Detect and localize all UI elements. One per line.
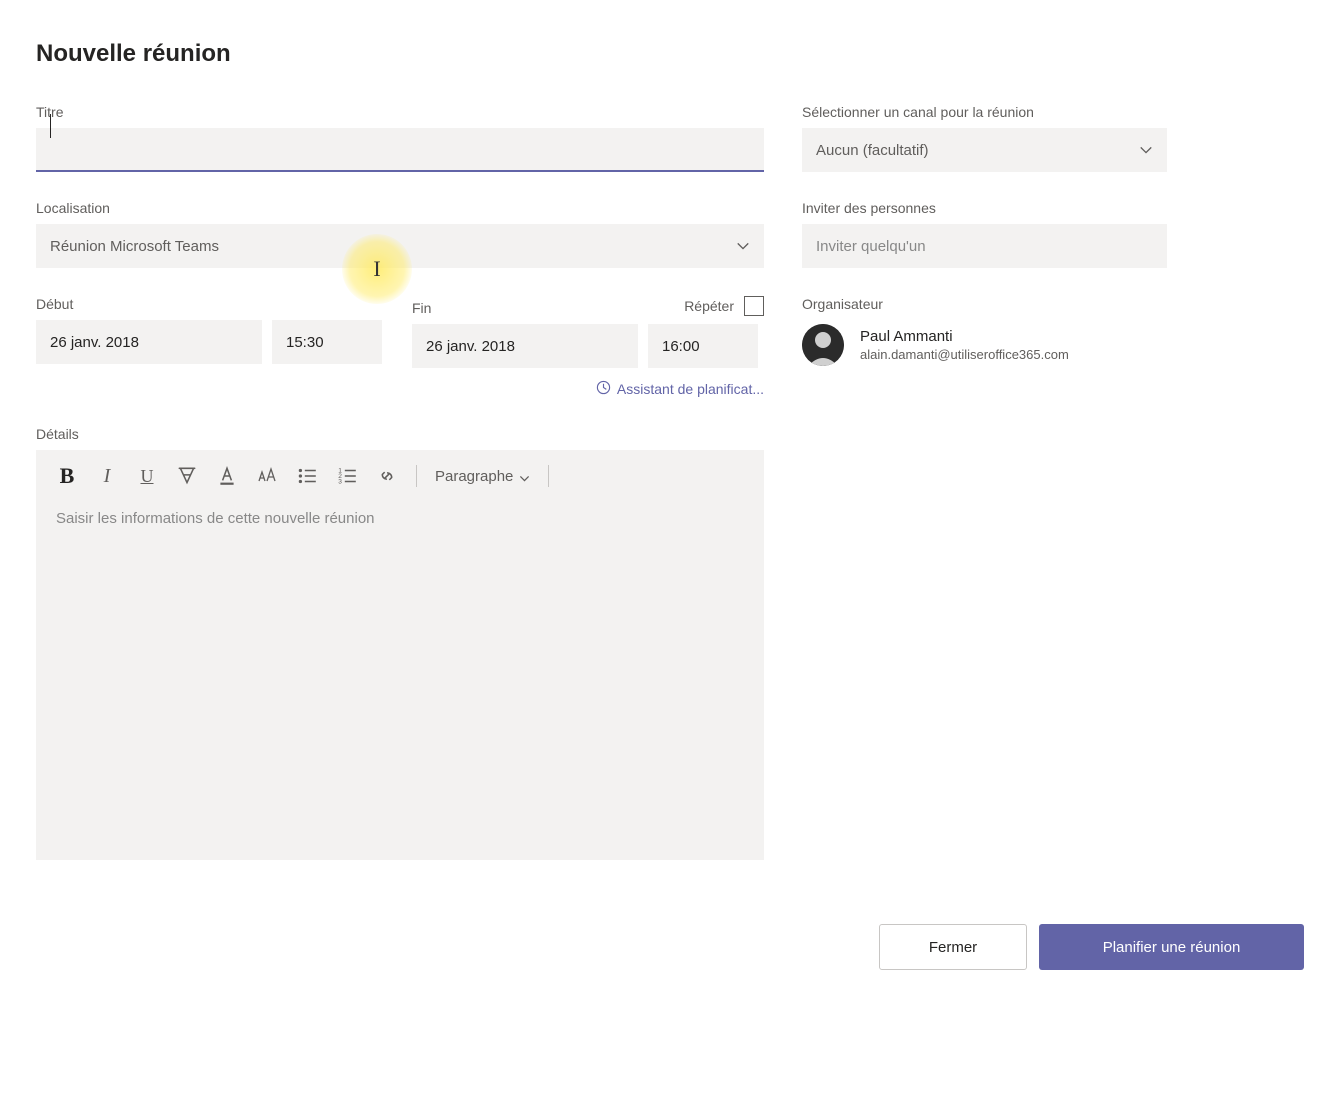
start-date-input[interactable]: 26 janv. 2018: [36, 320, 262, 364]
start-column: Début 26 janv. 2018 15:30: [36, 296, 382, 368]
title-input[interactable]: [36, 128, 764, 172]
details-section: Détails B I U: [36, 426, 764, 860]
right-column: Sélectionner un canal pour la réunion Au…: [802, 104, 1167, 888]
page-title: Nouvelle réunion: [36, 40, 1304, 68]
clock-icon: [596, 380, 611, 398]
form-layout: Titre I Localisation Réunion Microsoft T…: [36, 104, 1304, 888]
start-time-input[interactable]: 15:30: [272, 320, 382, 364]
channel-section: Sélectionner un canal pour la réunion Au…: [802, 104, 1167, 172]
organizer-name: Paul Ammanti: [860, 328, 1069, 345]
location-select[interactable]: Réunion Microsoft Teams: [36, 224, 764, 268]
end-label: Fin: [412, 300, 431, 316]
rich-text-editor: B I U 123: [36, 450, 764, 860]
text-caret: [50, 114, 51, 138]
channel-label: Sélectionner un canal pour la réunion: [802, 104, 1167, 120]
repeat-label: Répéter: [684, 298, 734, 314]
paragraph-dropdown[interactable]: Paragraphe: [435, 468, 530, 485]
bold-button[interactable]: B: [56, 465, 78, 487]
schedule-button[interactable]: Planifier une réunion: [1039, 924, 1304, 970]
title-section: Titre I: [36, 104, 764, 172]
datetime-section: Début 26 janv. 2018 15:30 Fin Répéter: [36, 296, 764, 398]
end-time-input[interactable]: 16:00: [648, 324, 758, 368]
close-button[interactable]: Fermer: [879, 924, 1027, 970]
organizer-section: Organisateur Paul Ammanti alain.damanti@…: [802, 296, 1167, 366]
invite-input[interactable]: [802, 224, 1167, 268]
location-section: Localisation Réunion Microsoft Teams: [36, 200, 764, 268]
font-size-button[interactable]: [256, 465, 278, 487]
svg-text:3: 3: [338, 479, 342, 486]
location-value: Réunion Microsoft Teams: [50, 238, 219, 255]
toolbar-separator: [548, 465, 549, 487]
organizer-card: Paul Ammanti alain.damanti@utiliseroffic…: [802, 324, 1167, 366]
italic-button[interactable]: I: [96, 465, 118, 487]
invite-label: Inviter des personnes: [802, 200, 1167, 216]
start-label: Début: [36, 296, 382, 312]
left-column: Titre I Localisation Réunion Microsoft T…: [36, 104, 764, 888]
link-button[interactable]: [376, 465, 398, 487]
underline-button[interactable]: U: [136, 465, 158, 487]
invite-section: Inviter des personnes: [802, 200, 1167, 268]
title-label: Titre: [36, 104, 764, 120]
scheduling-assistant-text: Assistant de planificat...: [617, 381, 764, 397]
repeat-checkbox[interactable]: [744, 296, 764, 316]
end-column: Fin Répéter 26 janv. 2018 16:00: [412, 296, 764, 368]
numbered-list-button[interactable]: 123: [336, 465, 358, 487]
bullet-list-button[interactable]: [296, 465, 318, 487]
editor-toolbar: B I U 123: [36, 450, 764, 502]
end-date-input[interactable]: 26 janv. 2018: [412, 324, 638, 368]
chevron-down-icon: [519, 471, 530, 482]
chevron-down-icon: [1139, 143, 1153, 157]
editor-textarea[interactable]: Saisir les informations de cette nouvell…: [36, 502, 764, 860]
channel-select[interactable]: Aucun (facultatif): [802, 128, 1167, 172]
location-label: Localisation: [36, 200, 764, 216]
footer-actions: Fermer Planifier une réunion: [36, 924, 1304, 970]
toolbar-separator: [416, 465, 417, 487]
paragraph-label: Paragraphe: [435, 468, 513, 485]
chevron-down-icon: [736, 239, 750, 253]
details-label: Détails: [36, 426, 764, 442]
organizer-email: alain.damanti@utiliseroffice365.com: [860, 347, 1069, 362]
font-color-button[interactable]: [216, 465, 238, 487]
channel-value: Aucun (facultatif): [816, 142, 929, 159]
organizer-label: Organisateur: [802, 296, 1167, 312]
highlight-button[interactable]: [176, 465, 198, 487]
avatar: [802, 324, 844, 366]
scheduling-assistant-link[interactable]: Assistant de planificat...: [36, 380, 764, 398]
organizer-info: Paul Ammanti alain.damanti@utiliseroffic…: [860, 328, 1069, 362]
repeat-control: Répéter: [684, 296, 764, 316]
